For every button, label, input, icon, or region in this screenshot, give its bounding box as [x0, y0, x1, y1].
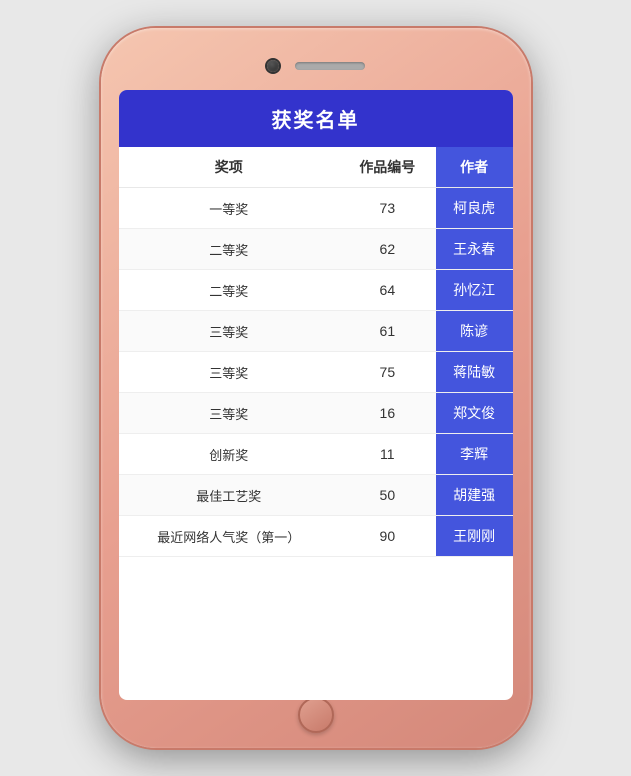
award-cell: 最近网络人气奖（第一）: [119, 516, 339, 557]
author-cell: 柯良虎: [436, 188, 513, 229]
table-row: 三等奖75蒋陆敏: [119, 352, 513, 393]
work-id-cell: 50: [339, 475, 436, 516]
author-cell: 胡建强: [436, 475, 513, 516]
award-cell: 三等奖: [119, 393, 339, 434]
work-id-col-header: 作品编号: [339, 147, 436, 188]
author-cell: 王刚刚: [436, 516, 513, 557]
table-row: 一等奖73柯良虎: [119, 188, 513, 229]
work-id-cell: 61: [339, 311, 436, 352]
speaker: [295, 62, 365, 70]
award-cell: 二等奖: [119, 270, 339, 311]
author-cell: 李辉: [436, 434, 513, 475]
table-row: 二等奖62王永春: [119, 229, 513, 270]
award-table: 获奖名单 奖项 作品编号 作者 一等奖73柯良虎二等奖62王永春二等奖64孙忆江…: [119, 90, 513, 557]
work-id-cell: 11: [339, 434, 436, 475]
table-title: 获奖名单: [119, 90, 513, 147]
author-col-header: 作者: [436, 147, 513, 188]
phone-bottom: [298, 700, 334, 730]
camera-icon: [267, 60, 279, 72]
author-cell: 王永春: [436, 229, 513, 270]
award-cell: 创新奖: [119, 434, 339, 475]
column-headers: 奖项 作品编号 作者: [119, 147, 513, 188]
screen-content[interactable]: 获奖名单 奖项 作品编号 作者 一等奖73柯良虎二等奖62王永春二等奖64孙忆江…: [119, 90, 513, 700]
author-cell: 孙忆江: [436, 270, 513, 311]
work-id-cell: 75: [339, 352, 436, 393]
table-row: 最佳工艺奖50胡建强: [119, 475, 513, 516]
work-id-cell: 73: [339, 188, 436, 229]
award-cell: 最佳工艺奖: [119, 475, 339, 516]
work-id-cell: 64: [339, 270, 436, 311]
author-cell: 蒋陆敏: [436, 352, 513, 393]
author-cell: 陈谚: [436, 311, 513, 352]
work-id-cell: 62: [339, 229, 436, 270]
work-id-cell: 16: [339, 393, 436, 434]
table-main-header: 获奖名单: [119, 90, 513, 147]
award-cell: 一等奖: [119, 188, 339, 229]
award-cell: 三等奖: [119, 352, 339, 393]
table-row: 创新奖11李辉: [119, 434, 513, 475]
table-row: 最近网络人气奖（第一）90王刚刚: [119, 516, 513, 557]
phone-top: [119, 46, 513, 86]
award-col-header: 奖项: [119, 147, 339, 188]
phone-frame: 获奖名单 奖项 作品编号 作者 一等奖73柯良虎二等奖62王永春二等奖64孙忆江…: [101, 28, 531, 748]
work-id-cell: 90: [339, 516, 436, 557]
home-button[interactable]: [298, 697, 334, 733]
award-cell: 二等奖: [119, 229, 339, 270]
author-cell: 郑文俊: [436, 393, 513, 434]
table-row: 二等奖64孙忆江: [119, 270, 513, 311]
award-cell: 三等奖: [119, 311, 339, 352]
table-row: 三等奖61陈谚: [119, 311, 513, 352]
screen: 获奖名单 奖项 作品编号 作者 一等奖73柯良虎二等奖62王永春二等奖64孙忆江…: [119, 90, 513, 700]
table-row: 三等奖16郑文俊: [119, 393, 513, 434]
